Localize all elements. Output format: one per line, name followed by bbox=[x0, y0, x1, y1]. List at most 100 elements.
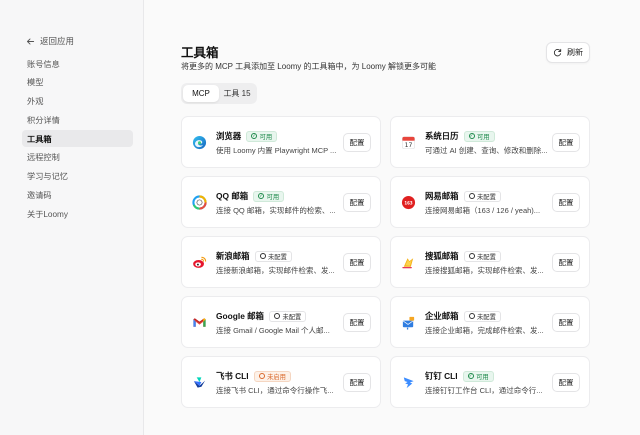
status-text: 可用 bbox=[477, 133, 490, 141]
check-circle-icon: ✓ bbox=[468, 132, 475, 139]
arrow-left-icon bbox=[26, 38, 35, 44]
dingtalk-icon bbox=[401, 375, 416, 390]
netease-mail-icon: 163 bbox=[401, 195, 416, 210]
configure-button[interactable]: 配置 bbox=[343, 253, 371, 272]
tool-title-row: 飞书 CLI 未启用 bbox=[216, 370, 291, 382]
tab-bar: MCP 工具 15 bbox=[181, 83, 257, 104]
status-text: 未启用 bbox=[267, 373, 286, 381]
tool-title-row: 系统日历 ✓ 可用 bbox=[425, 130, 495, 142]
status-text: 未配置 bbox=[282, 313, 302, 321]
enterprise-mail-icon bbox=[401, 315, 416, 330]
tool-description: 使用 Loomy 内置 Playwright MCP ... bbox=[216, 146, 337, 155]
sidebar-item-appearance[interactable]: 外观 bbox=[22, 93, 133, 110]
tool-name: 搜狐邮箱 bbox=[425, 251, 459, 261]
tool-description: 连接 QQ 邮箱，实现邮件的检索、... bbox=[216, 206, 336, 215]
status-badge: 未配置 bbox=[254, 250, 292, 262]
configure-button[interactable]: 配置 bbox=[552, 253, 580, 272]
configure-button[interactable]: 配置 bbox=[343, 133, 371, 152]
sidebar-nav: 账号信息模型外观 积分详情工具箱远程控制学习与记忆 邀请码关于Loomy bbox=[22, 55, 133, 224]
status-text: 未配置 bbox=[268, 253, 287, 261]
tool-name: 飞书 CLI bbox=[216, 371, 249, 381]
configure-button[interactable]: 配置 bbox=[552, 133, 580, 152]
status-text: 未配置 bbox=[477, 253, 496, 261]
tool-card: QQ 邮箱 ✓ 可用连接 QQ 邮箱，实现邮件的检索、... 配置 bbox=[181, 176, 381, 228]
tool-name: 浏览器 bbox=[216, 131, 242, 141]
status-text: 未配置 bbox=[477, 313, 496, 321]
tool-card: 新浪邮箱 未配置连接新浪邮箱，实现邮件检索、发... 配置 bbox=[181, 236, 381, 288]
tool-description: 连接搜狐邮箱，实现邮件检索、发... bbox=[425, 266, 544, 275]
tool-title-row: 搜狐邮箱 未配置 bbox=[425, 250, 501, 262]
tool-name: Google 邮箱 bbox=[216, 311, 264, 321]
sidebar: 返回应用 账号信息模型外观 积分详情工具箱远程控制学习与记忆 邀请码关于Loomy bbox=[0, 0, 144, 435]
tool-title-row: 企业邮箱 未配置 bbox=[425, 310, 501, 322]
status-badge: 未配置 bbox=[463, 310, 501, 322]
status-text: 可用 bbox=[259, 133, 273, 141]
tool-card: 搜狐邮箱 未配置连接搜狐邮箱，实现邮件检索、发... 配置 bbox=[390, 236, 590, 288]
configure-button[interactable]: 配置 bbox=[552, 373, 580, 392]
tool-card: 17 系统日历 ✓ 可用可通过 AI 创建、查询、修改和删除... 配置 bbox=[390, 116, 590, 168]
tab-tools[interactable]: 工具 15 bbox=[219, 85, 255, 102]
tool-title-row: 浏览器 ✓ 可用 bbox=[216, 130, 278, 142]
tool-grid: 浏览器 ✓ 可用 使用 Loomy 内置 Playwright MCP ... 配置 17… bbox=[181, 116, 591, 408]
tool-name: 新浪邮箱 bbox=[216, 251, 250, 261]
feishu-icon bbox=[192, 375, 207, 390]
check-circle-icon: ✓ bbox=[251, 132, 258, 139]
circle-icon bbox=[468, 313, 475, 319]
configure-button[interactable]: 配置 bbox=[343, 193, 371, 212]
sidebar-item-learning-memory[interactable]: 学习与记忆 bbox=[22, 168, 133, 185]
check-circle-icon: ✓ bbox=[467, 372, 474, 379]
calendar-icon: 17 bbox=[401, 135, 416, 150]
sidebar-item-invite-code[interactable]: 邀请码 bbox=[22, 186, 133, 203]
circle-icon bbox=[468, 193, 475, 199]
tool-name: QQ 邮箱 bbox=[216, 191, 249, 201]
tool-title-row: Google 邮箱 未配置 bbox=[216, 310, 307, 322]
tool-name: 钉钉 CLI bbox=[425, 371, 458, 381]
status-badge: 未配置 bbox=[268, 310, 307, 322]
tool-title-row: 钉钉 CLI ✓ 可用 bbox=[425, 370, 494, 382]
tool-description: 连接新浪邮箱，实现邮件检索、发... bbox=[216, 266, 335, 275]
tool-description: 连接企业邮箱，完成邮件检索、发... bbox=[425, 326, 544, 335]
sina-mail-icon bbox=[192, 255, 207, 270]
tool-title-row: QQ 邮箱 ✓ 可用 bbox=[216, 190, 285, 202]
sidebar-item-toolbox[interactable]: 工具箱 bbox=[22, 130, 133, 147]
sidebar-item-credits-details[interactable]: 积分详情 bbox=[22, 111, 133, 128]
refresh-label: 刷新 bbox=[567, 48, 583, 57]
back-label: 返回应用 bbox=[40, 36, 75, 46]
tool-description: 连接飞书 CLI，通过命令行操作飞... bbox=[216, 386, 334, 395]
sidebar-item-model[interactable]: 模型 bbox=[22, 74, 133, 91]
sidebar-item-about-loomy[interactable]: 关于Loomy bbox=[22, 205, 133, 222]
tool-card: 飞书 CLI 未启用连接飞书 CLI，通过命令行操作飞... 配置 bbox=[181, 356, 381, 408]
configure-button[interactable]: 配置 bbox=[343, 313, 371, 332]
status-badge: ✓ 可用 bbox=[463, 130, 495, 142]
status-badge: ✓ 可用 bbox=[253, 190, 285, 202]
tool-description: 连接钉钉工作台 CLI，通过命令行... bbox=[425, 386, 543, 395]
configure-button[interactable]: 配置 bbox=[552, 313, 580, 332]
tool-card: Google 邮箱 未配置连接 Gmail / Google Mail 个人邮..… bbox=[181, 296, 381, 348]
tool-description: 连接 Gmail / Google Mail 个人邮... bbox=[216, 326, 330, 335]
svg-text:17: 17 bbox=[405, 142, 413, 149]
sidebar-item-remote-control[interactable]: 远程控制 bbox=[22, 149, 133, 166]
tool-description: 可通过 AI 创建、查询、修改和删除... bbox=[425, 146, 548, 155]
qq-mail-icon bbox=[192, 195, 207, 210]
page-title: 工具箱 bbox=[181, 46, 219, 60]
tool-description: 连接网易邮箱（163 / 126 / yeah)... bbox=[425, 206, 541, 215]
tool-title-row: 网易邮箱 未配置 bbox=[425, 190, 501, 202]
svg-text:163: 163 bbox=[404, 200, 412, 205]
back-to-app-link[interactable]: 返回应用 bbox=[26, 35, 74, 47]
status-badge: 未配置 bbox=[463, 250, 501, 262]
tool-name: 系统日历 bbox=[425, 131, 459, 141]
tool-name: 网易邮箱 bbox=[425, 191, 459, 201]
sidebar-item-account-info[interactable]: 账号信息 bbox=[22, 55, 133, 72]
tool-card: 企业邮箱 未配置连接企业邮箱，完成邮件检索、发... 配置 bbox=[390, 296, 590, 348]
status-badge: 未配置 bbox=[463, 190, 501, 202]
refresh-button[interactable]: 刷新 bbox=[546, 42, 590, 63]
status-badge: ✓ 可用 bbox=[462, 370, 494, 382]
status-badge: ✓ 可用 bbox=[246, 130, 278, 142]
configure-button[interactable]: 配置 bbox=[552, 193, 580, 212]
tab-mcp[interactable]: MCP bbox=[183, 85, 219, 102]
configure-button[interactable]: 配置 bbox=[343, 373, 371, 392]
circle-icon bbox=[259, 253, 266, 259]
gmail-icon bbox=[192, 315, 207, 330]
page-subtitle: 将更多的 MCP 工具添加至 Loomy 的工具箱中，为 Loomy 解锁更多可… bbox=[181, 62, 436, 71]
tool-card: 浏览器 ✓ 可用使用 Loomy 内置 Playwright MCP ... 配置 bbox=[181, 116, 381, 168]
